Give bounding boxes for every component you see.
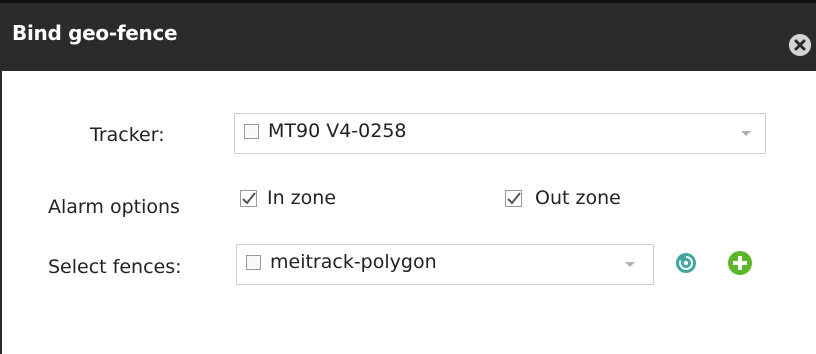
out-zone-label: Out zone — [535, 187, 621, 209]
dialog-left-border — [0, 71, 2, 354]
in-zone-label: In zone — [267, 187, 337, 209]
tracker-label: Tracker: — [90, 124, 165, 146]
dialog-title: Bind geo-fence — [12, 21, 178, 45]
alarm-options-label: Alarm options — [48, 196, 180, 218]
in-zone-checkbox[interactable] — [240, 190, 258, 208]
close-icon — [789, 34, 811, 56]
add-icon[interactable] — [727, 250, 753, 276]
fences-value: meitrack-polygon — [270, 251, 437, 273]
tracker-checkbox[interactable] — [244, 124, 259, 139]
fences-select[interactable]: meitrack-polygon — [236, 244, 654, 285]
tracker-select[interactable]: MT90 V4-0258 — [234, 113, 766, 154]
out-zone-checkbox[interactable] — [505, 190, 523, 208]
tracker-value: MT90 V4-0258 — [268, 120, 407, 142]
chevron-down-icon — [625, 262, 635, 267]
fences-checkbox[interactable] — [246, 255, 261, 270]
refresh-icon[interactable] — [675, 252, 697, 274]
close-button[interactable] — [789, 34, 811, 56]
chevron-down-icon — [741, 131, 751, 136]
dialog-titlebar: Bind geo-fence — [0, 3, 816, 71]
select-fences-label: Select fences: — [48, 256, 182, 278]
